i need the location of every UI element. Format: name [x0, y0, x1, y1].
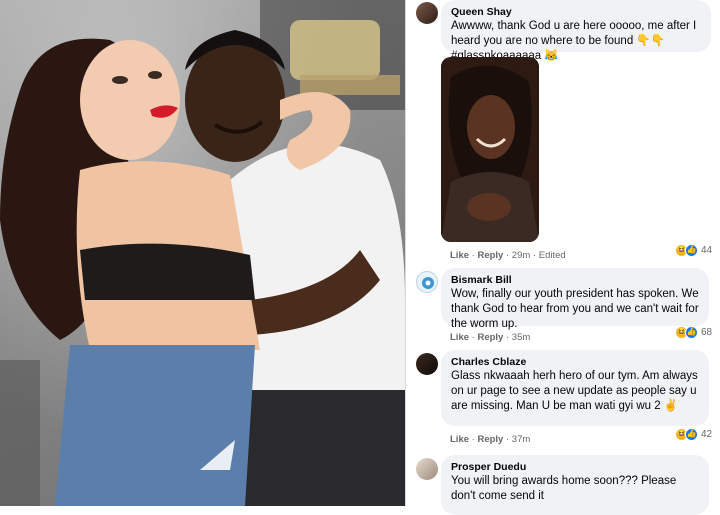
reply-link[interactable]: Reply: [477, 332, 503, 343]
reaction-summary[interactable]: 😆 👍 42: [675, 426, 712, 442]
comment-bubble: Bismark Bill Wow, finally our youth pres…: [441, 268, 709, 330]
like-link[interactable]: Like: [450, 434, 469, 445]
comment-actions: Like · Reply · 35m: [450, 332, 531, 343]
edited-label: Edited: [538, 250, 566, 261]
reaction-count: 68: [701, 326, 713, 338]
comment-bubble: Charles Cblaze Glass nkwaaah herh hero o…: [441, 350, 709, 426]
avatar[interactable]: [416, 353, 438, 375]
reaction-count: 44: [701, 244, 713, 256]
avatar[interactable]: [416, 271, 438, 293]
reaction-count: 42: [701, 428, 713, 440]
reply-link[interactable]: Reply: [477, 250, 503, 261]
like-link[interactable]: Like: [450, 250, 469, 261]
post-photo[interactable]: [0, 0, 405, 506]
comment-text: You will bring awards home soon??? Pleas…: [451, 475, 677, 502]
avatar[interactable]: [416, 458, 438, 480]
comment-attachment-image[interactable]: [441, 57, 539, 242]
comment-author[interactable]: Queen Shay: [451, 5, 701, 19]
comment-actions: Like · Reply · 29m · Edited: [450, 250, 566, 261]
comment-time[interactable]: 37m: [512, 434, 530, 445]
comment-time[interactable]: 35m: [512, 332, 530, 343]
comment-bubble: Prosper Duedu You will bring awards home…: [441, 455, 709, 515]
like-reaction-icon: 👍: [685, 325, 698, 339]
like-link[interactable]: Like: [450, 332, 469, 343]
avatar[interactable]: [416, 2, 438, 24]
crying-woman-image: [441, 57, 539, 242]
comment-author[interactable]: Charles Cblaze: [451, 355, 699, 369]
reply-link[interactable]: Reply: [477, 434, 503, 445]
couple-illustration: [0, 0, 405, 506]
comment-text: Wow, finally our youth president has spo…: [451, 288, 699, 330]
comment-actions: Like · Reply · 37m: [450, 434, 531, 445]
comment-bubble: Queen Shay Awwww, thank God u are here o…: [441, 0, 711, 62]
comment-time[interactable]: 29m: [512, 250, 530, 261]
like-reaction-icon: 👍: [685, 243, 698, 257]
reaction-summary[interactable]: 😆 👍 68: [675, 324, 712, 340]
reaction-summary[interactable]: 😆 👍 44: [675, 242, 712, 258]
comment-author[interactable]: Prosper Duedu: [451, 460, 699, 474]
comment-author[interactable]: Bismark Bill: [451, 273, 699, 287]
comment-text: Glass nkwaaah herh hero of our tym. Am a…: [451, 370, 698, 412]
like-reaction-icon: 👍: [685, 427, 698, 441]
